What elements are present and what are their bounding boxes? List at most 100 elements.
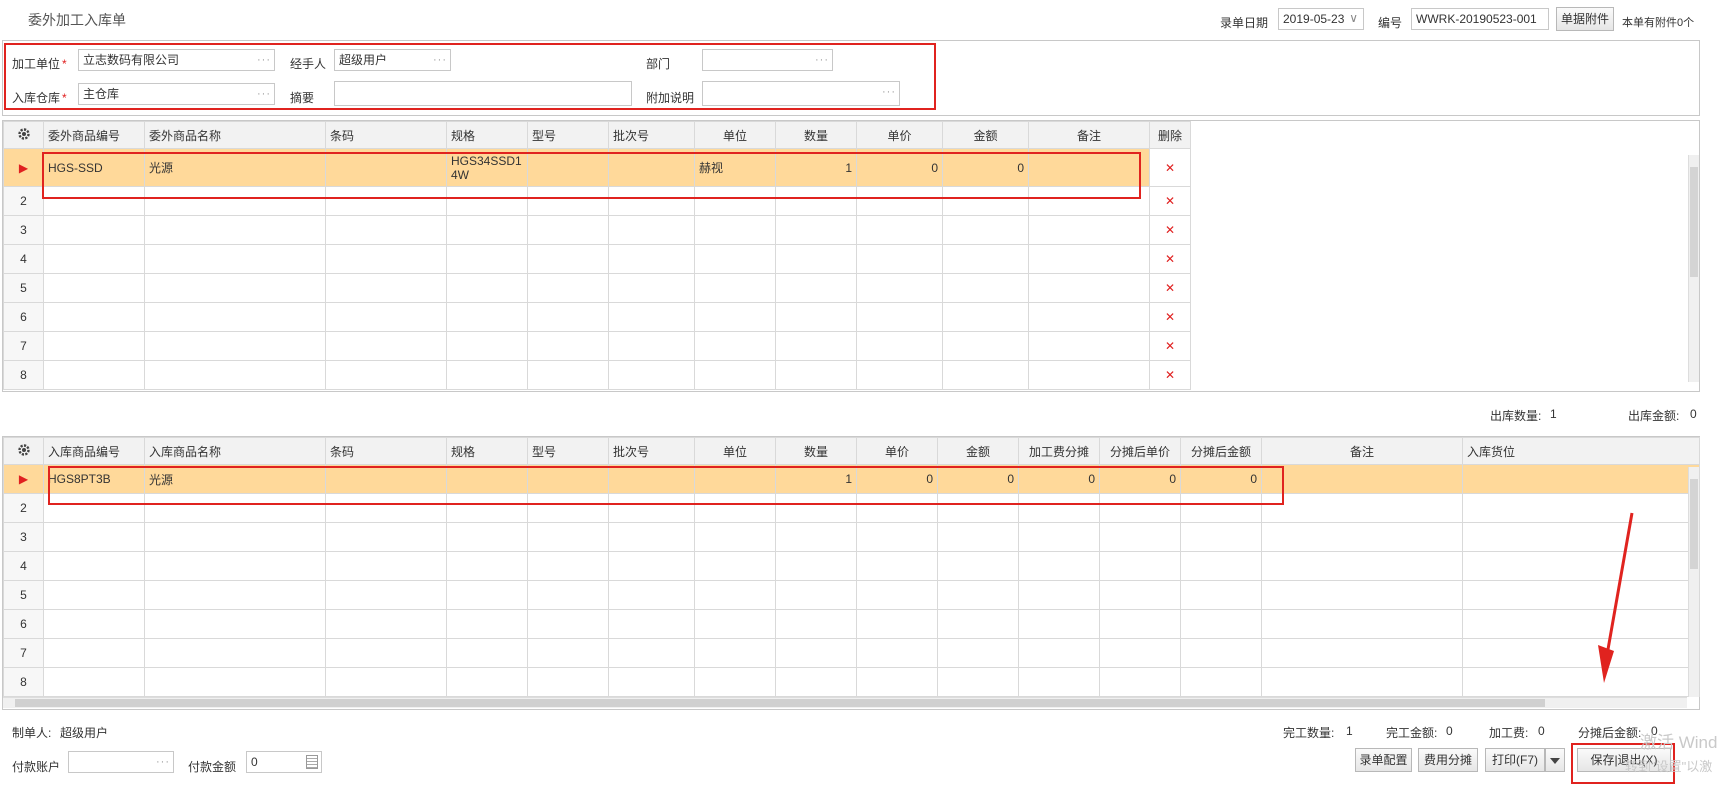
table-cell[interactable] [856, 360, 943, 390]
column-header[interactable]: 删除 [1149, 121, 1191, 149]
column-header[interactable]: 委外商品编号 [43, 121, 145, 149]
table-row[interactable]: 2 [3, 493, 1700, 523]
lower-grid-hscrollbar[interactable] [3, 697, 1687, 708]
table-cell[interactable] [446, 215, 528, 245]
table-cell[interactable] [942, 331, 1029, 361]
table-cell[interactable] [144, 302, 326, 332]
table-cell[interactable] [325, 551, 447, 581]
table-cell[interactable] [446, 580, 528, 610]
column-header[interactable]: 分摊后金额 [1180, 437, 1262, 465]
table-cell[interactable] [325, 493, 447, 523]
table-cell[interactable] [1028, 360, 1150, 390]
table-row[interactable]: 7 [3, 638, 1700, 668]
column-header[interactable]: 入库商品名称 [144, 437, 326, 465]
table-cell[interactable] [694, 493, 776, 523]
table-cell[interactable] [942, 273, 1029, 303]
pay-amount-field[interactable]: 0 [246, 751, 322, 773]
column-header[interactable]: 型号 [527, 437, 609, 465]
column-header[interactable]: 金额 [942, 121, 1029, 149]
table-cell[interactable] [608, 638, 695, 668]
table-cell[interactable] [1099, 522, 1181, 552]
table-cell[interactable]: 0 [856, 464, 938, 494]
more-dots-icon[interactable]: ··· [433, 50, 447, 70]
table-cell[interactable] [856, 244, 943, 274]
table-cell[interactable] [446, 551, 528, 581]
table-cell[interactable] [608, 360, 695, 390]
table-cell[interactable] [608, 464, 695, 494]
table-cell[interactable] [608, 302, 695, 332]
table-cell[interactable] [1018, 551, 1100, 581]
delete-icon[interactable]: ✕ [1149, 302, 1191, 332]
table-cell[interactable] [325, 148, 447, 187]
table-row[interactable]: 4 ✕ [3, 244, 1191, 274]
table-cell[interactable] [775, 667, 857, 697]
table-row[interactable]: 6 [3, 609, 1700, 639]
handler-field[interactable]: 超级用户 ··· [334, 49, 451, 71]
column-header[interactable]: 条码 [325, 121, 447, 149]
delete-icon[interactable]: ✕ [1149, 148, 1191, 187]
table-cell[interactable] [775, 302, 857, 332]
table-cell[interactable] [446, 331, 528, 361]
column-header[interactable]: 数量 [775, 437, 857, 465]
table-cell[interactable] [527, 464, 609, 494]
table-cell[interactable] [775, 551, 857, 581]
column-header[interactable]: 入库货位 [1462, 437, 1700, 465]
delete-icon[interactable]: ✕ [1149, 273, 1191, 303]
table-cell[interactable] [694, 638, 776, 668]
table-cell[interactable] [694, 522, 776, 552]
table-cell[interactable] [43, 302, 145, 332]
table-cell[interactable] [446, 667, 528, 697]
table-cell[interactable] [1261, 667, 1463, 697]
table-cell[interactable] [1099, 609, 1181, 639]
table-cell[interactable] [43, 580, 145, 610]
table-cell[interactable] [527, 580, 609, 610]
table-cell[interactable] [608, 580, 695, 610]
table-cell[interactable] [775, 331, 857, 361]
column-header[interactable]: 备注 [1261, 437, 1463, 465]
table-cell[interactable] [325, 186, 447, 216]
more-dots-icon[interactable]: ··· [882, 82, 896, 102]
table-cell[interactable] [694, 609, 776, 639]
table-cell[interactable] [144, 360, 326, 390]
column-header[interactable]: 加工费分摊 [1018, 437, 1100, 465]
table-cell[interactable] [1028, 244, 1150, 274]
warehouse-field[interactable]: 主仓库 ··· [78, 83, 275, 105]
date-picker[interactable]: 2019-05-23 ∨ [1278, 8, 1364, 30]
table-cell[interactable] [325, 580, 447, 610]
lower-grid-vscrollbar[interactable] [1688, 467, 1699, 697]
table-cell[interactable] [1462, 522, 1700, 552]
table-cell[interactable] [856, 186, 943, 216]
table-cell[interactable] [527, 215, 609, 245]
table-cell[interactable] [608, 186, 695, 216]
table-cell[interactable] [1028, 273, 1150, 303]
table-cell[interactable] [1028, 215, 1150, 245]
table-cell[interactable] [43, 667, 145, 697]
print-dropdown-button[interactable] [1545, 748, 1565, 772]
table-cell[interactable] [325, 244, 447, 274]
table-cell[interactable] [527, 331, 609, 361]
table-cell[interactable] [1028, 331, 1150, 361]
table-cell[interactable] [1028, 186, 1150, 216]
table-row[interactable]: ▶ HGS-SSD 光源 HGS34SSD14W 赫视 1 0 0 ✕ [3, 148, 1191, 187]
table-cell[interactable] [527, 302, 609, 332]
table-cell[interactable] [325, 522, 447, 552]
table-cell[interactable] [775, 244, 857, 274]
column-header[interactable]: 备注 [1028, 121, 1150, 149]
table-cell[interactable] [144, 609, 326, 639]
table-cell[interactable] [144, 273, 326, 303]
table-cell[interactable] [1099, 551, 1181, 581]
table-cell[interactable] [694, 331, 776, 361]
table-cell[interactable] [527, 522, 609, 552]
note-field[interactable]: ··· [702, 81, 900, 106]
table-cell[interactable] [608, 551, 695, 581]
table-cell[interactable] [856, 273, 943, 303]
table-cell[interactable] [527, 273, 609, 303]
table-cell[interactable] [775, 522, 857, 552]
cost-split-button[interactable]: 费用分摊 [1418, 748, 1478, 772]
config-button[interactable]: 录单配置 [1355, 748, 1412, 772]
column-header[interactable]: 单位 [694, 437, 776, 465]
column-header[interactable]: 入库商品编号 [43, 437, 145, 465]
table-cell[interactable] [1180, 638, 1262, 668]
table-cell[interactable] [325, 302, 447, 332]
table-cell[interactable] [1462, 609, 1700, 639]
